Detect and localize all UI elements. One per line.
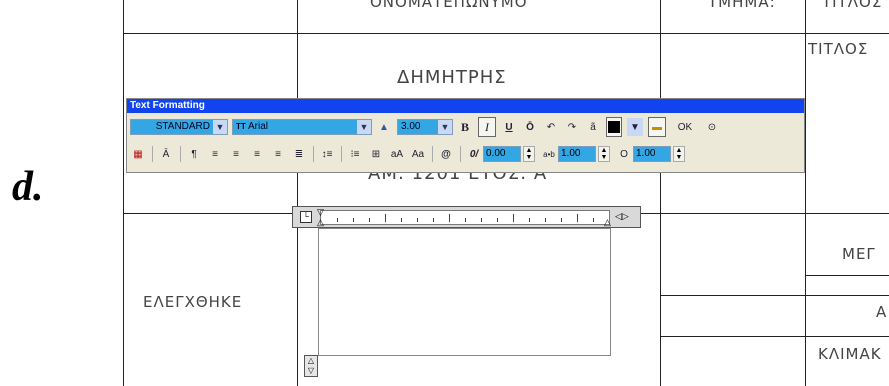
numbering-icon[interactable]: ⁝≡ [347,145,363,163]
student-name: ΔΗΜΗΤΡΗΣ [397,67,507,88]
ruler-tick [577,214,578,222]
scale-label: ΚΛΙΜΑΚ [818,345,882,363]
tab-stop-icon[interactable]: └ [300,211,312,223]
text-height-value: 3.00 [398,120,438,134]
options-icon[interactable]: ⊙ [704,118,720,136]
align-left-icon[interactable]: ≡ [207,145,223,163]
undo-icon[interactable]: ↶ [543,118,559,136]
ok-button[interactable]: OK [671,118,699,136]
grid-line [123,0,124,386]
spinner-arrows-icon[interactable]: ▲ ▼ [598,146,610,162]
chevron-down-icon[interactable]: ▼ [213,120,227,134]
tracking-value[interactable]: 1.00 [558,146,596,162]
ruler-tick [385,214,386,222]
annotative-icon[interactable]: ▲ [376,118,392,136]
bold-button[interactable]: B [457,118,473,136]
text-height-dropdown[interactable]: 3.00 ▼ [397,119,453,135]
ruler-scale[interactable] [320,210,610,225]
grid-line [123,33,889,34]
oblique-angle-value[interactable]: 0.00 [483,146,521,162]
ruler-tick [353,218,354,222]
grid-line [805,0,806,386]
ruler-tick [449,214,450,222]
right-indent-icon[interactable]: △ [604,217,611,228]
ruler-tick [561,218,562,222]
right-cell-letter: Α [876,303,888,321]
justification-icon[interactable]: Ā [158,145,174,163]
stack-icon[interactable]: ã [585,118,601,136]
text-formatting-toolbar: Text Formatting STANDARD ▼ TT Arial ▼ ▲ … [126,98,805,173]
title-label: ΤΙΤΛΟΣ [808,40,869,58]
ruler-tick [401,218,402,222]
ruler-tick [465,218,466,222]
spinner-arrows-icon[interactable]: ▲ ▼ [673,146,685,162]
ruler-tick [481,218,482,222]
chevron-down-icon[interactable]: ▼ [438,120,452,134]
italic-button[interactable]: I [478,117,496,137]
font-value: Arial [248,121,269,132]
toolbar-row-1: STANDARD ▼ TT Arial ▼ ▲ 3.00 ▼ B I U Ō ↶… [130,116,725,138]
chevron-down-icon[interactable]: ▼ [627,118,643,136]
oblique-angle-icon: 0/ [469,148,479,160]
ruler-tick [337,218,338,222]
align-center-icon[interactable]: ≡ [228,145,244,163]
tracking-spinner[interactable]: 1.00 ▲ ▼ [558,146,610,162]
resize-width-icon[interactable]: ◁▷ [615,211,629,222]
distribute-icon[interactable]: ≣ [291,145,307,163]
font-dropdown[interactable]: TT Arial ▼ [232,119,372,135]
ruler-icon[interactable]: ▬ [648,117,666,137]
color-swatch-icon[interactable] [606,117,622,137]
text-editor-area[interactable] [318,228,611,356]
insert-field-icon[interactable]: ⊞ [368,145,384,163]
uppercase-icon[interactable]: aA [389,145,405,163]
checked-label: ΕΛΕΓΧΘΗΚΕ [143,293,243,311]
resize-height-icon[interactable]: △ ▽ [304,355,318,377]
name-header: ΟΝΟΜΑΤΕΠΩΝΥΜΟ [370,0,528,11]
redo-icon[interactable]: ↷ [564,118,580,136]
line-spacing-icon[interactable]: ↕≡ [319,145,335,163]
width-factor-spinner[interactable]: 1.00 ▲ ▼ [633,146,685,162]
ruler-tick [513,214,514,222]
style-value: STANDARD [131,120,213,134]
paragraph-icon[interactable]: ¶ [186,145,202,163]
chevron-down-icon[interactable]: ▼ [357,120,371,134]
grid-line [660,336,889,337]
ruler-tick [497,218,498,222]
truetype-icon: TT [236,122,246,131]
ruler[interactable]: └ ▽ △ △ ◁▷ [292,206,641,228]
columns-icon[interactable]: ▦ [130,145,146,163]
align-right-icon[interactable]: ≡ [249,145,265,163]
title-header: ΤΙΤΛΟΣ [822,0,883,11]
grid-line [660,295,889,296]
right-cell-text: ΜΕΓ [842,245,876,263]
spinner-arrows-icon[interactable]: ▲ ▼ [523,146,535,162]
ruler-tick [369,218,370,222]
tracking-icon: a•b [543,149,555,159]
width-factor-icon: O [620,148,628,160]
lowercase-icon[interactable]: Aa [410,145,426,163]
ruler-tick [417,218,418,222]
grid-line [297,0,298,386]
oblique-angle-spinner[interactable]: 0.00 ▲ ▼ [483,146,535,162]
justify-icon[interactable]: ≡ [270,145,286,163]
underline-button[interactable]: U [501,118,517,136]
toolbar-title: Text Formatting [127,99,804,113]
ruler-tick [593,218,594,222]
department-header: ΤΜΗΜΑ: [708,0,776,11]
width-factor-value[interactable]: 1.00 [633,146,671,162]
overline-button[interactable]: Ō [522,118,538,136]
toolbar-row-2: ▦ Ā ¶ ≡ ≡ ≡ ≡ ≣ ↕≡ ⁝≡ ⊞ aA Aa @ 0/ 0.00 … [130,143,691,165]
figure-label: d. [12,164,44,210]
ruler-tick [545,218,546,222]
grid-line [805,275,889,276]
symbol-icon[interactable]: @ [438,145,454,163]
ruler-tick [529,218,530,222]
grid-line [660,0,661,386]
indent-marker-icon[interactable]: △ [317,217,324,228]
ruler-tick [433,218,434,222]
style-dropdown[interactable]: STANDARD ▼ [130,119,228,135]
